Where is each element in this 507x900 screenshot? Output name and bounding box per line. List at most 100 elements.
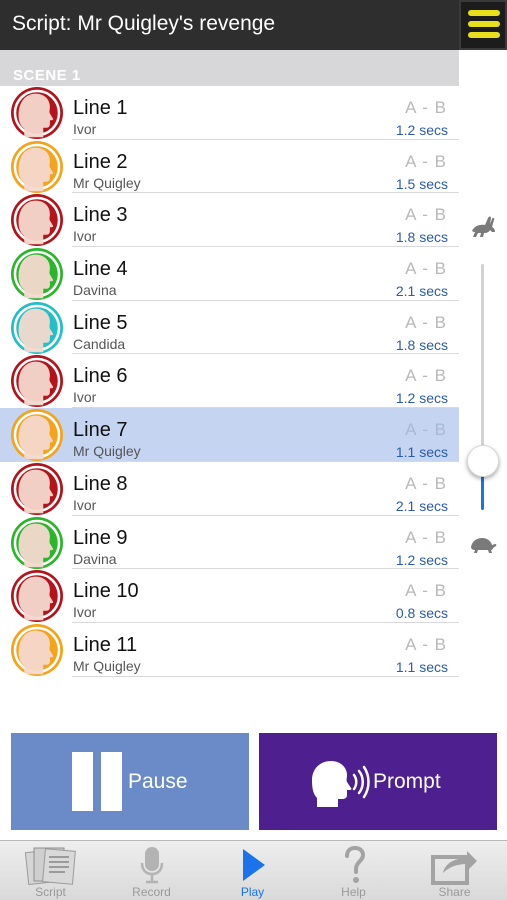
- line-duration: 1.5 secs: [395, 175, 448, 192]
- line-speaker: Ivor: [73, 604, 97, 621]
- ab-loop-marker[interactable]: A - B: [405, 528, 447, 548]
- microphone-icon: [140, 847, 163, 884]
- pause-icon-bar-left: [72, 752, 93, 811]
- speaker-avatar: [11, 140, 63, 193]
- ab-loop-marker[interactable]: A - B: [405, 205, 447, 225]
- rabbit-icon: [472, 216, 495, 237]
- line-duration: 2.1 secs: [395, 497, 448, 514]
- line-row[interactable]: Line 1 Ivor A - B 1.2 secs: [0, 86, 459, 140]
- speaker-avatar: [11, 355, 63, 408]
- menu-button[interactable]: [459, 0, 507, 50]
- pause-button[interactable]: Pause: [11, 733, 249, 830]
- share-icon: [430, 851, 477, 885]
- speaker-head-icon: [13, 358, 61, 406]
- line-list: Line 1 Ivor A - B 1.2 secs Line 2 Mr Quigley A…: [0, 86, 459, 677]
- ab-loop-marker[interactable]: A - B: [405, 366, 447, 386]
- ab-loop-marker[interactable]: A - B: [405, 313, 447, 333]
- speed-slider-thumb[interactable]: [467, 444, 499, 477]
- line-duration: 1.8 secs: [395, 336, 448, 353]
- line-title: Line 2: [73, 150, 128, 173]
- tab-label-share: Share: [438, 885, 471, 899]
- speed-slider[interactable]: [459, 86, 507, 686]
- tab-label-play: Play: [240, 885, 265, 899]
- line-row[interactable]: Line 6 Ivor A - B 1.2 secs: [0, 354, 459, 409]
- line-speaker: Mr Quigley: [73, 657, 141, 674]
- pause-label: Pause: [128, 770, 188, 793]
- line-title: Line 7: [73, 419, 128, 442]
- line-speaker: Davina: [73, 282, 117, 299]
- speaker-head-icon: [13, 572, 61, 621]
- speaker-head-icon: [13, 465, 61, 514]
- hamburger-menu-icon-bar: [468, 21, 500, 27]
- line-duration: 2.1 secs: [395, 283, 448, 300]
- ab-loop-marker[interactable]: A - B: [405, 581, 447, 601]
- line-speaker: Ivor: [73, 228, 97, 245]
- line-row[interactable]: Line 10 Ivor A - B 0.8 secs: [0, 569, 459, 623]
- speaker-head-icon: [13, 89, 61, 138]
- line-duration: 1.2 secs: [395, 122, 448, 138]
- line-title: Line 11: [73, 633, 138, 656]
- speaker-avatar: [11, 194, 63, 247]
- line-title: Line 5: [73, 311, 128, 334]
- line-title: Line 4: [73, 258, 128, 281]
- line-duration: 1.1 secs: [395, 658, 448, 675]
- line-row[interactable]: Line 2 Mr Quigley A - B 1.5 secs: [0, 139, 459, 194]
- line-title: Line 3: [73, 204, 128, 227]
- speaker-head-icon: [13, 304, 61, 353]
- line-duration: 1.8 secs: [395, 229, 448, 246]
- ab-loop-marker[interactable]: A - B: [405, 635, 447, 655]
- speaker-avatar: [11, 409, 63, 462]
- line-duration: 1.2 secs: [395, 390, 448, 407]
- hamburger-menu-icon: [468, 10, 500, 16]
- line-title: Line 8: [73, 472, 128, 495]
- hamburger-menu-icon-bar: [468, 32, 500, 38]
- tab-script[interactable]: Script: [0, 841, 101, 900]
- speaker-head-icon: [13, 626, 61, 675]
- tab-help[interactable]: Help: [303, 841, 404, 900]
- line-row[interactable]: Line 11 Mr Quigley A - B 1.1 secs: [0, 622, 459, 677]
- ab-loop-marker[interactable]: A - B: [405, 98, 447, 118]
- speaker-head-icon: [13, 197, 61, 245]
- ab-loop-marker[interactable]: A - B: [405, 420, 447, 440]
- line-row[interactable]: Line 4 Davina A - B 2.1 secs: [0, 247, 459, 301]
- line-speaker: Mr Quigley: [73, 443, 141, 460]
- line-title: Line 6: [73, 365, 128, 388]
- line-row[interactable]: Line 9 Davina A - B 1.2 secs: [0, 515, 459, 570]
- speaker-head-icon: [13, 519, 61, 567]
- line-speaker: Ivor: [73, 496, 97, 513]
- scene-header: SCENE 1: [0, 50, 459, 86]
- speaker-head-icon: [13, 250, 61, 299]
- speaker-avatar: [11, 570, 63, 623]
- tab-label-script: Script: [35, 885, 66, 899]
- play-icon: [242, 849, 265, 881]
- speaker-avatar: [11, 623, 63, 676]
- tab-bar: Script Record Play Help Share: [0, 840, 507, 900]
- prompt-button[interactable]: Prompt: [259, 733, 497, 830]
- row-divider: [72, 675, 459, 677]
- line-row[interactable]: Line 5 Candida A - B 1.8 secs: [0, 300, 459, 355]
- title-bar: Script: Mr Quigley's revenge: [0, 0, 507, 50]
- question-mark-icon: [344, 845, 365, 883]
- line-speaker: Ivor: [73, 389, 97, 406]
- tab-record[interactable]: Record: [101, 841, 202, 900]
- speaker-head-icon: [13, 143, 61, 191]
- ab-loop-marker[interactable]: A - B: [405, 474, 447, 494]
- turtle-icon: [471, 538, 497, 553]
- line-row[interactable]: Line 7 Mr Quigley A - B 1.1 secs: [0, 408, 459, 462]
- prompt-label: Prompt: [373, 770, 441, 793]
- line-duration: 0.8 secs: [395, 605, 448, 622]
- line-title: Line 1: [73, 97, 128, 119]
- tab-label-help: Help: [341, 885, 366, 899]
- scene-label: SCENE 1: [13, 67, 81, 84]
- script-title: Script: Mr Quigley's revenge: [12, 12, 276, 35]
- tab-play[interactable]: Play: [202, 841, 303, 900]
- line-speaker: Mr Quigley: [73, 174, 141, 191]
- line-row[interactable]: Line 8 Ivor A - B 2.1 secs: [0, 461, 459, 516]
- speaker-avatar: [11, 301, 63, 354]
- line-duration: 1.1 secs: [395, 444, 448, 461]
- ab-loop-marker[interactable]: A - B: [405, 259, 447, 279]
- tab-share[interactable]: Share: [404, 841, 505, 900]
- line-row[interactable]: Line 3 Ivor A - B 1.8 secs: [0, 193, 459, 248]
- speaker-avatar: [11, 87, 63, 139]
- ab-loop-marker[interactable]: A - B: [405, 152, 447, 172]
